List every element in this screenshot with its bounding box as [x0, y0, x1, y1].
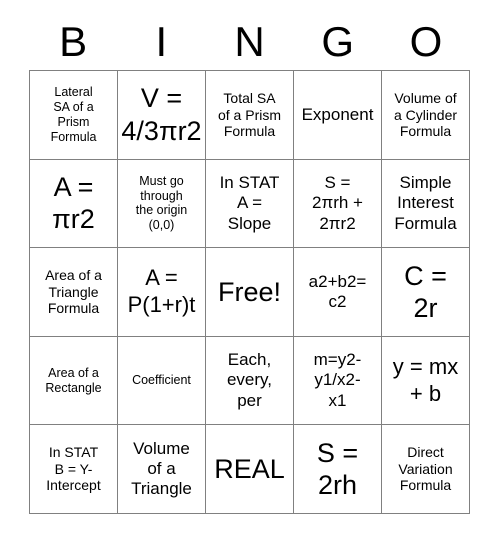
bingo-cell-r4c5[interactable]: y = mx + b: [382, 336, 470, 426]
bingo-cell-label: Area of a Rectangle: [45, 365, 102, 395]
bingo-cell-label: Lateral SA of a Prism Formula: [50, 85, 97, 144]
bingo-cell-label: In STAT A = Slope: [219, 172, 280, 233]
bingo-cell-label: Must go through the origin (0,0): [135, 173, 188, 233]
bingo-cell-label: Free!: [217, 276, 282, 307]
bingo-cell-label: REAL: [214, 453, 285, 484]
bingo-cell-r2c1[interactable]: A = πr2: [30, 159, 118, 249]
bingo-cell-r5c1[interactable]: In STAT B = Y- Intercept: [30, 425, 118, 514]
bingo-cell-label: A = P(1+r)t: [127, 265, 196, 317]
bingo-header-row: B I N G O: [29, 14, 470, 70]
header-letter-n: N: [234, 18, 265, 65]
bingo-cell-r2c2[interactable]: Must go through the origin (0,0): [118, 159, 206, 249]
bingo-cell-label: Volume of a Triangle: [131, 438, 192, 499]
header-letter-b: B: [59, 18, 88, 65]
bingo-cell-label: y = mx + b: [392, 353, 459, 406]
bingo-cell-r1c4[interactable]: Exponent: [294, 71, 382, 160]
bingo-cell-label: In STAT B = Y- Intercept: [46, 444, 101, 494]
bingo-cell-label: Simple Interest Formula: [394, 172, 457, 233]
bingo-cell-r2c4[interactable]: S = 2πrh + 2πr2: [294, 159, 382, 249]
bingo-cell-r1c3[interactable]: Total SA of a Prism Formula: [206, 71, 294, 160]
bingo-cell-label: Coefficient: [132, 373, 191, 388]
bingo-cell-label: Direct Variation Formula: [398, 444, 453, 494]
bingo-cell-label: Total SA of a Prism Formula: [217, 90, 281, 140]
bingo-cell-label: V = 4/3πr2: [121, 83, 202, 146]
bingo-cell-r4c3[interactable]: Each, every, per: [206, 336, 294, 426]
bingo-cell-label: Volume of a Cylinder Formula: [393, 90, 458, 140]
bingo-cell-label: Area of a Triangle Formula: [45, 267, 102, 317]
bingo-cell-r1c5[interactable]: Volume of a Cylinder Formula: [382, 71, 470, 160]
bingo-cell-label: A = πr2: [52, 172, 95, 235]
bingo-cell-r4c2[interactable]: Coefficient: [118, 336, 206, 426]
bingo-cell-r5c5[interactable]: Direct Variation Formula: [382, 425, 470, 514]
header-letter-g: G: [321, 18, 355, 65]
bingo-cell-r2c3[interactable]: In STAT A = Slope: [206, 159, 294, 249]
header-letter-i: I: [155, 18, 168, 65]
bingo-cell-r3c2[interactable]: A = P(1+r)t: [118, 248, 206, 337]
bingo-cell-r1c2[interactable]: V = 4/3πr2: [118, 71, 206, 160]
bingo-cell-label: C = 2r: [404, 260, 447, 323]
bingo-cell-label: Each, every, per: [226, 350, 273, 410]
bingo-cell-r3c1[interactable]: Area of a Triangle Formula: [30, 248, 118, 337]
bingo-cell-r4c4[interactable]: m=y2- y1/x2- x1: [294, 336, 382, 426]
bingo-cell-r4c1[interactable]: Area of a Rectangle: [30, 336, 118, 426]
bingo-cell-r2c5[interactable]: Simple Interest Formula: [382, 159, 470, 249]
bingo-cell-label: a2+b2= c2: [308, 271, 367, 311]
header-letter-o: O: [409, 18, 443, 65]
bingo-cell-r5c4[interactable]: S = 2rh: [294, 425, 382, 514]
bingo-cell-label: m=y2- y1/x2- x1: [313, 350, 362, 410]
bingo-cell-r3c5[interactable]: C = 2r: [382, 248, 470, 337]
bingo-cell-label: Exponent: [301, 104, 374, 124]
bingo-grid: Lateral SA of a Prism Formula V = 4/3πr2…: [29, 70, 470, 514]
bingo-cell-label: S = 2πrh + 2πr2: [312, 172, 363, 233]
bingo-cell-label: S = 2rh: [316, 437, 359, 501]
bingo-card: B I N G O Lateral SA of a Prism Formula …: [0, 0, 500, 544]
bingo-cell-r3c4[interactable]: a2+b2= c2: [294, 248, 382, 337]
bingo-cell-r5c2[interactable]: Volume of a Triangle: [118, 425, 206, 514]
bingo-cell-r5c3[interactable]: REAL: [206, 425, 294, 514]
bingo-cell-r1c1[interactable]: Lateral SA of a Prism Formula: [30, 71, 118, 160]
bingo-cell-free-space[interactable]: Free!: [206, 248, 294, 337]
